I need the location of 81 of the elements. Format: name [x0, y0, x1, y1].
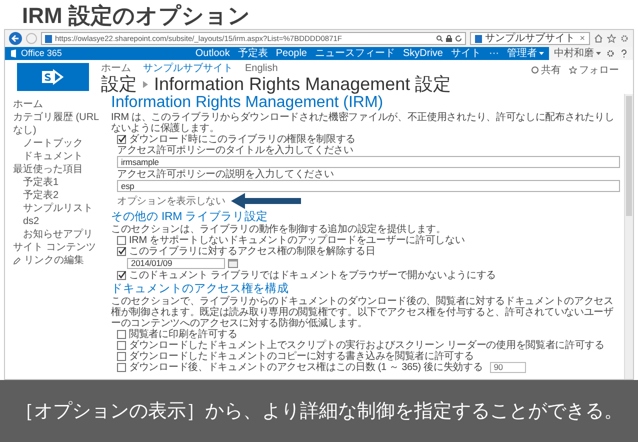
checkbox[interactable] [117, 271, 126, 280]
checkbox-label: このライブラリに対するアクセス権の制限を解除する日 [129, 246, 376, 257]
logo-mark-icon [41, 68, 65, 86]
days-field[interactable]: 90 [490, 362, 526, 373]
suite-nav-link[interactable]: サイト [451, 47, 481, 60]
nav-link[interactable]: サンプルリスト [23, 202, 107, 215]
browser-tab[interactable]: サンプルサブサイト × [470, 32, 590, 45]
pencil-icon [13, 256, 21, 264]
section-heading: その他の IRM ライブラリ設定 [111, 211, 270, 224]
checkbox[interactable] [117, 247, 126, 256]
suite-nav-link[interactable]: SkyDrive [402, 47, 443, 60]
section-heading: Information Rights Management (IRM) [111, 94, 384, 112]
section-description: このセクションで、ライブラリからのドキュメントのダウンロード後の、閲覧者に対するドキュメントのアクセス権が制御されます。既定は読み取り専用の閲覧権です。以下でアクセス権を付与すると、許可されていないユーザーのコンテンツへのアクセスに対する防御が低減します。 [111, 296, 614, 329]
breadcrumb-link[interactable]: ホーム [101, 63, 131, 74]
star-icon[interactable] [607, 34, 616, 43]
star-icon [569, 66, 577, 74]
suite-nav-link[interactable]: 予定表 [238, 47, 268, 60]
office-icon [10, 49, 18, 58]
input-field[interactable]: esp [117, 180, 620, 192]
back-button[interactable] [9, 32, 22, 45]
page-title-parent: 設定 [101, 74, 137, 94]
checkbox-label: ダウンロード後、ドキュメントのアクセス権はこの日数 (1 ～ 365) 後に失効する [129, 362, 483, 373]
checkbox[interactable] [117, 352, 126, 361]
help-icon[interactable] [620, 49, 628, 58]
suite-nav-link[interactable]: ··· [489, 47, 499, 60]
input-field[interactable]: irmsample [117, 156, 620, 168]
nav-link[interactable]: 最近使った項目 [13, 163, 107, 176]
nav-link[interactable]: 予定表2 [23, 189, 107, 202]
follow-button[interactable]: フォロー [569, 63, 619, 77]
calendar-icon[interactable] [228, 259, 238, 268]
nav-link[interactable]: 予定表1 [23, 176, 107, 189]
refresh-icon[interactable] [455, 35, 462, 42]
options-link[interactable]: オプションを表示しない [117, 196, 226, 206]
checkbox[interactable] [117, 236, 126, 245]
pointer-arrow [231, 193, 302, 209]
nav-link[interactable]: ドキュメント [23, 150, 107, 163]
checkbox-label: ダウンロードしたドキュメントのコピーに対する書き込みを閲覧者に許可する [129, 351, 474, 362]
checkbox[interactable] [117, 330, 126, 339]
page-icon [475, 34, 482, 42]
checkbox-label: 閲覧者に印刷を許可する [129, 329, 238, 340]
field-label: アクセス許可ポリシーのタイトルを入力してください [116, 145, 354, 156]
section-description: このセクションは、ライブラリの動作を制御する追加の設定を提供します。 [111, 224, 447, 235]
admin-menu[interactable]: 管理者 [507, 47, 544, 60]
caret-icon [596, 52, 601, 55]
nav-link[interactable]: ホーム [13, 98, 107, 111]
separator-icon [143, 80, 148, 88]
checkbox-label: IRM をサポートしないドキュメントのアップロードをユーザーに許可しない [129, 235, 465, 246]
nav-link[interactable]: お知らせアプリ [23, 228, 107, 241]
suite-nav-link[interactable]: ニュースフィード [314, 47, 395, 60]
edit-links-link[interactable]: リンクの編集 [13, 254, 107, 267]
breadcrumb-link[interactable]: English [245, 63, 278, 74]
page-title: Information Rights Management 設定 [154, 74, 452, 94]
lock-icon [446, 35, 452, 42]
scrollbar[interactable] [624, 94, 633, 379]
suite-nav-link[interactable]: Outlook [195, 47, 230, 60]
suite-nav-link[interactable]: People [276, 47, 307, 60]
nav-link[interactable]: サイト コンテンツ [13, 241, 107, 254]
back-arrow-icon [11, 34, 20, 43]
checkbox[interactable] [117, 341, 126, 350]
home-icon[interactable] [594, 34, 603, 43]
nav-link[interactable]: カテゴリ履歴 (URLなし) [13, 111, 107, 137]
checkbox-label: このドキュメント ライブラリではドキュメントをブラウザーで開かないようにする [129, 270, 496, 281]
checkbox-label: ダウンロード時にこのライブラリの権限を制限する [129, 134, 356, 145]
checkbox-label: ダウンロードしたドキュメント上でスクリプトの実行およびスクリーン リーダーの使用を閲覧者に許可する [129, 340, 604, 351]
share-button[interactable]: 共有 [531, 63, 561, 77]
nav-link[interactable]: ノートブック [23, 137, 107, 150]
page-icon [45, 34, 52, 42]
section-heading: ドキュメントのアクセス権を構成 [111, 283, 290, 296]
nav-link[interactable]: ds2 [23, 215, 107, 228]
date-field[interactable]: 2014/01/09 [127, 258, 225, 269]
slide-title: IRM 設定のオプション [21, 2, 252, 29]
breadcrumb-link[interactable]: サンプルサブサイト [143, 63, 233, 74]
caption: ［オプションの表示］から、より詳細な制御を指定することができる。 [15, 400, 623, 424]
office-logo[interactable]: Office 365 [10, 47, 62, 60]
section-description: IRM は、このライブラリからダウンロードされた機密ファイルが、不正使用されたり、許可なしに配布されたりしないように保護します。 [111, 112, 616, 134]
sharepoint-logo[interactable] [17, 63, 89, 91]
caret-icon [539, 52, 544, 55]
field-label: アクセス許可ポリシーの説明を入力してください [116, 169, 335, 180]
checkbox[interactable] [117, 363, 126, 372]
checkbox[interactable] [117, 135, 126, 144]
search-icon[interactable] [436, 35, 443, 42]
